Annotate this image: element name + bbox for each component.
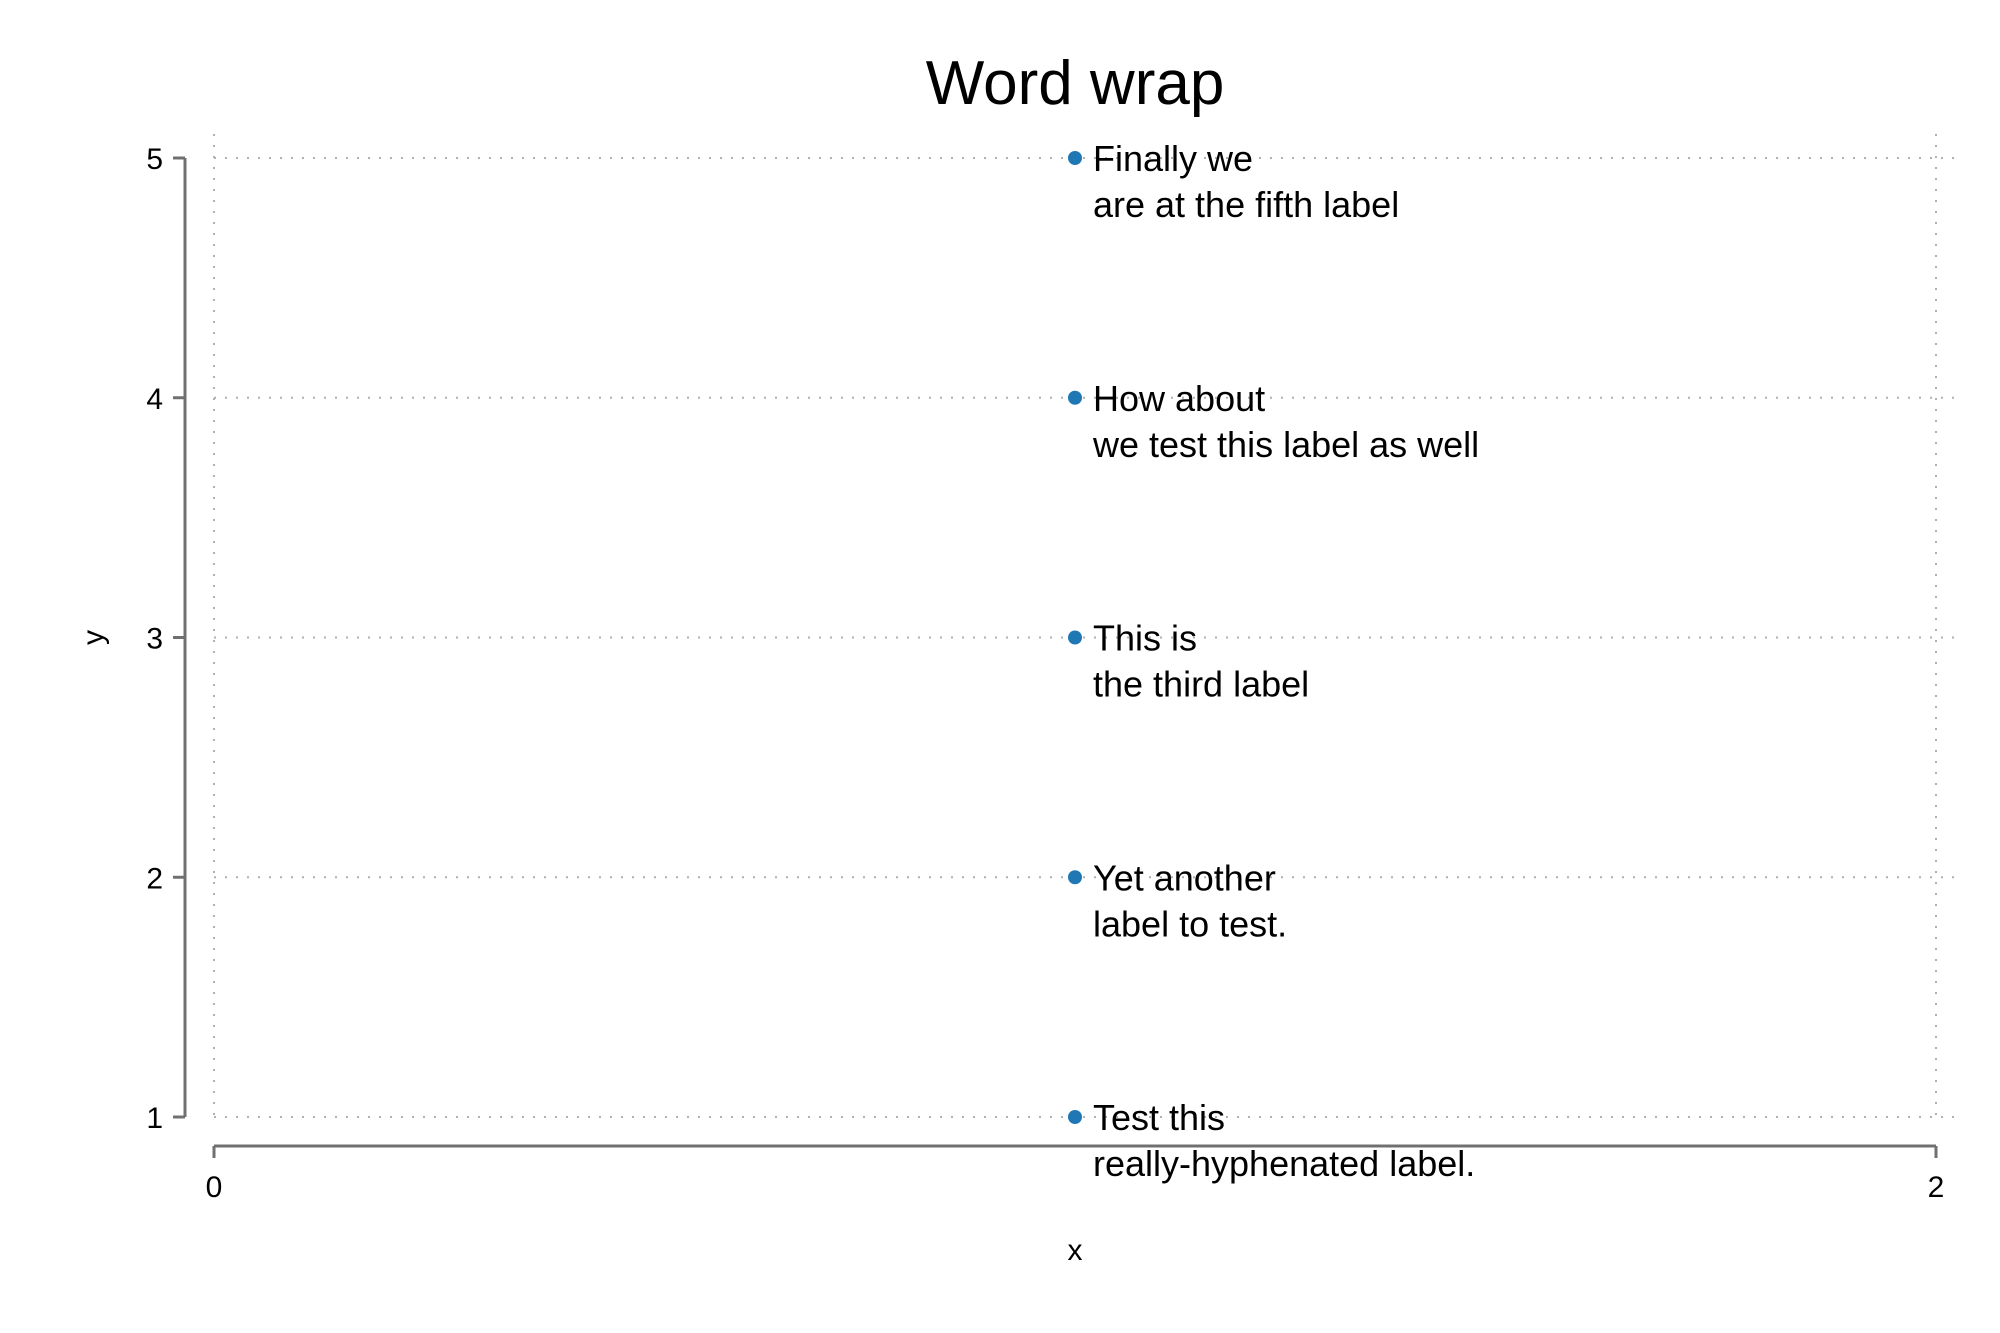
- point-label-line: Yet another: [1093, 857, 1276, 898]
- point-label: This is the third label: [1093, 618, 1309, 705]
- point-label-line: are at the fifth label: [1093, 184, 1399, 225]
- x-tick-label: 0: [206, 1171, 223, 1204]
- point-label-line: Finally we: [1093, 138, 1253, 179]
- y-axis-ticks: 1 2 3 4 5: [146, 143, 185, 1135]
- point-label-line: Test this: [1093, 1097, 1225, 1138]
- point-label-line: This is: [1093, 618, 1197, 659]
- grid-lines: [213, 134, 1960, 1121]
- y-tick-label: 1: [146, 1102, 163, 1135]
- point-label-line: really-hyphenated label.: [1093, 1143, 1475, 1184]
- scatter-chart: 12345 02 Test this really-hyphenated labe…: [77, 49, 1960, 1267]
- x-axis-ticks: 02: [206, 1146, 1945, 1204]
- chart-title: Word wrap: [926, 49, 1225, 118]
- data-point: [1068, 1110, 1082, 1124]
- point-label-line: we test this label as well: [1092, 424, 1479, 465]
- point-label: Yet another label to test.: [1093, 857, 1287, 944]
- y-tick-label: 2: [146, 862, 163, 895]
- data-point: [1068, 870, 1082, 885]
- y-tick-label: 5: [146, 143, 163, 176]
- y-tick-label: 3: [146, 623, 163, 656]
- data-point: [1068, 390, 1082, 405]
- point-label: Test this really-hyphenated label.: [1093, 1097, 1475, 1184]
- x-axis-title: x: [1068, 1234, 1083, 1267]
- point-label: How about we test this label as well: [1092, 378, 1479, 465]
- point-label-line: How about: [1093, 378, 1265, 419]
- point-label-line: the third label: [1093, 664, 1309, 705]
- point-label-line: label to test.: [1093, 903, 1287, 944]
- data-point: [1068, 630, 1082, 645]
- data-points: [1068, 151, 1082, 1124]
- y-tick-label: 4: [146, 383, 163, 416]
- point-label: Finally we are at the fifth label: [1093, 138, 1399, 225]
- axes: [183, 158, 1936, 1148]
- y-axis-title: y: [77, 630, 110, 645]
- data-point: [1068, 151, 1082, 165]
- x-tick-label: 2: [1928, 1171, 1945, 1204]
- point-labels: Test this really-hyphenated label. Yet ano…: [1092, 138, 1479, 1184]
